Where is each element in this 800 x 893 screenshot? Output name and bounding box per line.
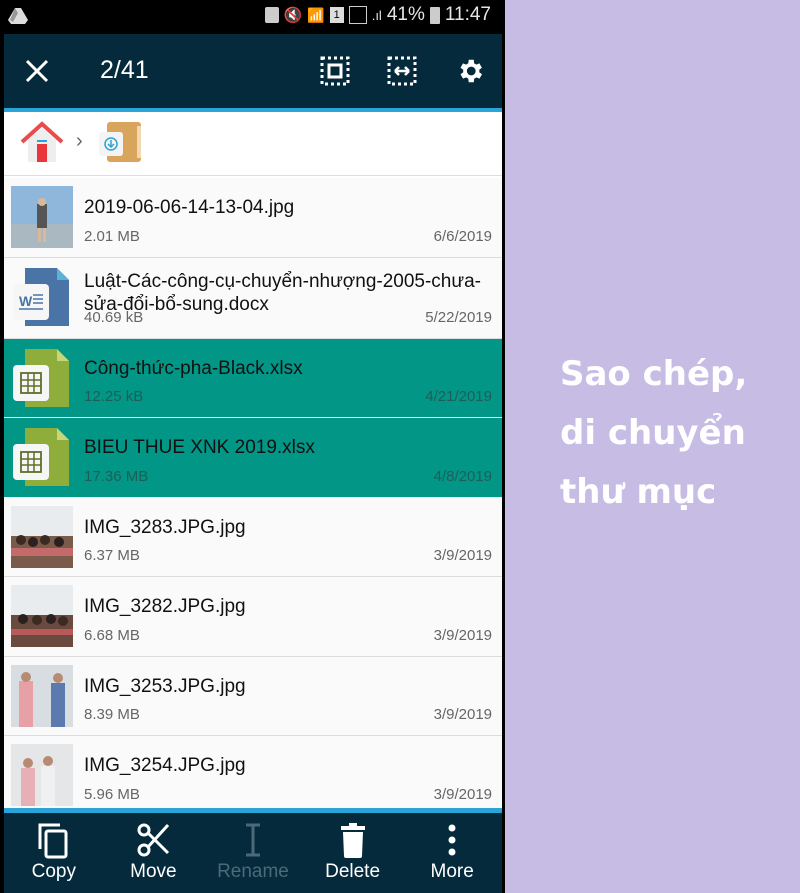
copy-label: Copy [31, 861, 76, 882]
file-row-selected[interactable]: Công-thức-pha-Black.xlsx 12.25 kB 4/21/2… [4, 338, 502, 418]
file-date: 4/21/2019 [425, 388, 492, 405]
image-thumbnail [11, 664, 73, 727]
caption-line: Sao chép, [560, 354, 748, 394]
recycle-icon [264, 7, 279, 23]
caption-line: di chuyển [560, 413, 746, 453]
more-button[interactable]: More [402, 813, 502, 893]
select-all-icon[interactable] [320, 56, 350, 86]
image-thumbnail [11, 744, 73, 806]
action-bar: Copy Move Rename Delete More [4, 813, 502, 893]
image-thumbnail [11, 585, 73, 647]
word-doc-icon: W [13, 267, 69, 326]
status-bar: 🔇 📶 1 .ıl 41% 11:47 [0, 0, 505, 34]
file-row[interactable]: IMG_3254.JPG.jpg 5.96 MB 3/9/2019 [4, 736, 502, 816]
sim-icon: 1 [329, 7, 344, 23]
file-row[interactable]: W Luật-Các-công-cụ-chuyển-nhượng-2005-ch… [4, 257, 502, 339]
file-size: 40.69 kB [84, 308, 144, 326]
mute-icon: 🔇 [283, 7, 303, 24]
file-row[interactable]: IMG_3253.JPG.jpg 8.39 MB 3/9/2019 [4, 656, 502, 736]
file-row[interactable]: IMG_3283.JPG.jpg 6.37 MB 3/9/2019 [4, 497, 502, 577]
file-name: Công-thức-pha-Black.xlsx [84, 357, 303, 379]
file-row[interactable]: IMG_3282.JPG.jpg 6.68 MB 3/9/2019 [4, 577, 502, 657]
clock: 11:47 [444, 4, 491, 25]
phone-screen: 🔇 📶 1 .ıl 41% 11:47 2/41 › 2019-06-06-14… [0, 0, 505, 893]
rename-label: Rename [217, 861, 289, 882]
wifi-icon: 📶 [307, 6, 325, 23]
signal-bars-icon: .ıl [371, 7, 382, 23]
file-name: BIEU THUE XNK 2019.xlsx [84, 437, 315, 458]
selection-counter: 2/41 [100, 56, 149, 84]
file-row[interactable]: 2019-06-06-14-13-04.jpg 2.01 MB 6/6/2019 [4, 178, 502, 258]
caption-text: Sao chép, di chuyển thư mục [560, 345, 790, 522]
gear-icon[interactable] [455, 56, 485, 86]
file-date: 6/6/2019 [433, 227, 492, 245]
file-date: 3/9/2019 [433, 626, 492, 644]
file-name: IMG_3283.JPG.jpg [84, 516, 246, 538]
selection-toolbar: 2/41 [4, 34, 502, 108]
file-manager: 2/41 › 2019-06-06-14-13-04.jpg 2.01 MB 6… [4, 34, 502, 893]
file-date: 4/8/2019 [433, 467, 492, 485]
move-button[interactable]: Move [104, 813, 204, 893]
file-date: 5/22/2019 [425, 308, 492, 326]
file-date: 3/9/2019 [433, 706, 492, 723]
home-icon[interactable] [20, 120, 64, 164]
file-size: 2.01 MB [84, 227, 140, 245]
move-label: Move [130, 861, 177, 882]
copy-icon [38, 823, 68, 859]
copy-button[interactable]: Copy [4, 813, 104, 893]
file-row-selected[interactable]: BIEU THUE XNK 2019.xlsx 17.36 MB 4/8/201… [4, 418, 502, 498]
signal-icon [348, 6, 367, 24]
file-size: 17.36 MB [84, 467, 149, 485]
file-name: IMG_3253.JPG.jpg [84, 675, 246, 697]
select-range-icon[interactable] [387, 56, 417, 86]
file-date: 3/9/2019 [433, 785, 492, 803]
trash-icon [340, 823, 365, 858]
file-size: 12.25 kB [84, 388, 144, 405]
close-icon[interactable] [24, 58, 50, 84]
caption-line: thư mục [560, 472, 717, 512]
file-name: IMG_3282.JPG.jpg [84, 596, 246, 617]
battery-icon [429, 6, 440, 24]
more-label: More [430, 861, 474, 882]
scissors-icon [137, 823, 170, 857]
file-size: 6.68 MB [84, 626, 140, 644]
file-size: 8.39 MB [84, 706, 140, 723]
breadcrumb: › [4, 112, 502, 176]
image-thumbnail [11, 505, 73, 568]
drive-app-icon [8, 8, 28, 24]
battery-percent: 41% [386, 4, 425, 25]
delete-label: Delete [325, 861, 381, 882]
file-size: 5.96 MB [84, 785, 140, 803]
rename-button[interactable]: Rename [203, 813, 303, 893]
downloads-folder-icon[interactable] [97, 118, 145, 166]
file-name: IMG_3254.JPG.jpg [84, 755, 246, 776]
excel-sheet-icon [13, 348, 69, 407]
svg-text:W: W [19, 293, 33, 309]
excel-sheet-icon [13, 428, 69, 486]
text-cursor-icon [245, 823, 260, 857]
delete-button[interactable]: Delete [303, 813, 403, 893]
more-vertical-icon [448, 824, 456, 856]
file-date: 3/9/2019 [433, 547, 492, 564]
image-thumbnail [11, 186, 73, 248]
file-size: 6.37 MB [84, 547, 140, 564]
chevron-right-icon: › [76, 130, 83, 152]
file-list: 2019-06-06-14-13-04.jpg 2.01 MB 6/6/2019… [4, 178, 502, 816]
file-name: 2019-06-06-14-13-04.jpg [84, 197, 295, 218]
